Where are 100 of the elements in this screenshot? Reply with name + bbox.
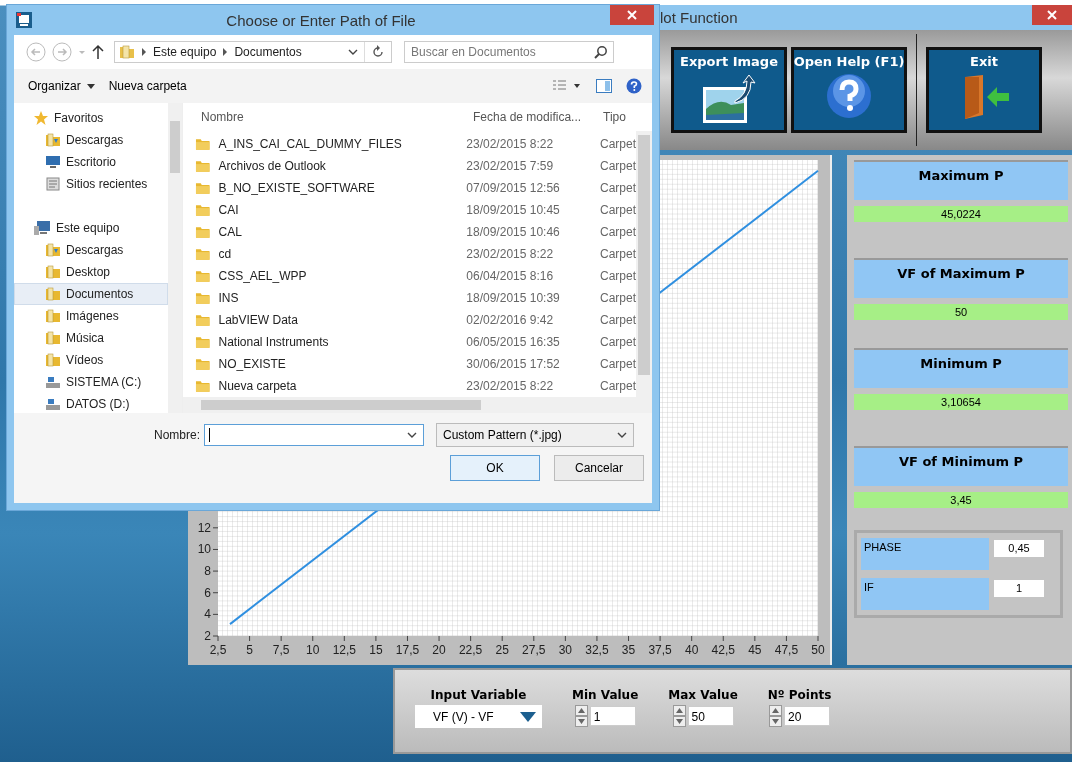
close-button[interactable] [1032,5,1072,25]
file-date: 18/09/2015 10:46 [465,225,561,239]
sidebar-item[interactable]: DATOS (D:) [14,393,168,413]
indicator-label: VF of Maximum P [854,258,1068,298]
file-date: 18/09/2015 10:39 [465,291,561,305]
axis-label: 12,5 [332,643,356,657]
dialog-button[interactable]: OK [450,455,540,481]
file-name[interactable]: LabVIEW Data [218,313,453,327]
spinner-arrows-icon[interactable] [672,705,686,727]
folder-icon [45,308,61,324]
file-type: Carpet [600,203,636,217]
file-type: Carpet [600,225,636,239]
sidebar-item[interactable]: Descargas [14,239,168,261]
file-name[interactable]: National Instruments [218,335,453,349]
sidebar-item[interactable]: Imágenes [14,305,168,327]
spinner-arrows-icon[interactable] [769,705,783,727]
folder-icon [45,286,61,302]
preview-pane-icon[interactable] [596,79,612,93]
control-label: Max Value [668,688,738,702]
breadcrumb-item[interactable]: Documentos [234,45,302,59]
control-label: Nº Points [767,688,832,702]
column-header[interactable]: Nombre [201,110,467,124]
file-date: 23/02/2015 8:22 [465,137,555,151]
sidebar-item[interactable]: SISTEMA (C:) [14,371,168,393]
file-name[interactable]: CAI [218,203,453,217]
file-type: Carpet [600,269,636,283]
view-options-icon[interactable] [552,79,582,93]
indicator-value: 45,0224 [854,206,1068,222]
number-field[interactable]: 1 [589,706,636,726]
file-date: 30/06/2015 17:52 [465,357,561,371]
sidebar-item[interactable]: Documentos [14,283,168,305]
scrollbar[interactable] [168,103,182,413]
file-name[interactable]: CAL [218,225,453,239]
file-name[interactable]: CSS_AEL_WPP [218,269,453,283]
file-name[interactable]: Nueva carpeta [218,379,453,393]
up-arrow-icon[interactable] [92,44,104,60]
folder-icon [195,290,211,306]
folder-icon [45,242,61,258]
axis-label: 30 [558,643,573,657]
toolbar-button[interactable]: Open Help (F1) [791,47,907,133]
help-icon[interactable] [626,78,642,94]
dropdown[interactable]: VF (V) - VF [415,705,542,728]
folder-icon [195,378,211,394]
sidebar-item[interactable]: Descargas [14,129,168,151]
address-bar[interactable]: Este equipo Documentos [114,41,392,63]
close-icon [1047,10,1057,20]
axis-label: 20 [432,643,446,657]
column-header[interactable]: Tipo [603,110,652,124]
column-header[interactable]: Fecha de modifica... [467,110,603,124]
computer-icon [33,220,51,236]
sidebar-item[interactable]: Favoritos [14,107,168,129]
file-type: Carpet [600,357,636,371]
axis-label: 47,5 [774,643,799,657]
file-type: Carpet [600,335,636,349]
organize-menu[interactable]: Organizar [28,79,95,93]
sidebar-item[interactable]: Escritorio [14,151,168,173]
indicator-label: Maximum P [854,160,1068,200]
refresh-icon[interactable] [371,45,385,59]
axis-label: 8 [204,564,211,579]
file-date: 23/02/2015 8:22 [465,379,555,393]
number-field[interactable]: 20 [784,706,831,726]
folder-icon [195,158,211,174]
sidebar-item[interactable]: Vídeos [14,349,168,371]
file-name[interactable]: cd [218,247,453,261]
file-name[interactable]: NO_EXISTE [218,357,453,371]
axis-label: 32,5 [585,643,609,657]
number-field[interactable]: 50 [687,706,734,726]
search-icon [594,45,608,59]
file-type: Carpet [600,137,636,151]
dialog-button[interactable]: Cancelar [554,455,644,481]
field-label: Nombre: [154,428,200,442]
toolbar-button[interactable]: Exit [926,47,1042,133]
breadcrumb-item[interactable]: Este equipo [153,45,217,59]
axis-label: 35 [621,643,636,657]
new-folder-button[interactable]: Nueva carpeta [108,79,187,93]
sidebar-item[interactable]: Desktop [14,261,168,283]
app-icon [16,12,32,28]
monitor-icon [45,155,61,169]
toolbar-button[interactable]: Export Image [671,47,787,133]
close-button[interactable] [610,5,654,25]
axis-label: 15 [369,643,383,657]
folder-icon [45,330,61,346]
sidebar-item[interactable]: Sitios recientes [14,173,168,195]
search-field[interactable]: Buscar en Documentos [404,41,614,63]
file-name[interactable]: Archivos de Outlook [218,159,453,173]
folder-icon [45,264,61,280]
file-name[interactable]: B_NO_EXISTE_SOFTWARE [218,181,453,195]
file-type-dropdown[interactable]: Custom Pattern (*.jpg) [436,423,634,447]
axis-label: 40 [685,643,699,657]
sidebar-item[interactable]: Música [14,327,168,349]
scrollbar[interactable] [636,131,652,397]
file-date: 06/05/2015 16:35 [465,335,561,349]
scrollbar[interactable] [183,397,652,413]
filename-field[interactable] [204,424,424,446]
file-name[interactable]: INS [218,291,453,305]
spinner-arrows-icon[interactable] [574,705,588,727]
chevron-down-icon[interactable] [348,48,358,56]
file-name[interactable]: A_INS_CAI_CAL_DUMMY_FILES [218,137,453,151]
file-date: 23/02/2015 8:22 [465,247,555,261]
sidebar-item[interactable]: Este equipo [14,217,168,239]
